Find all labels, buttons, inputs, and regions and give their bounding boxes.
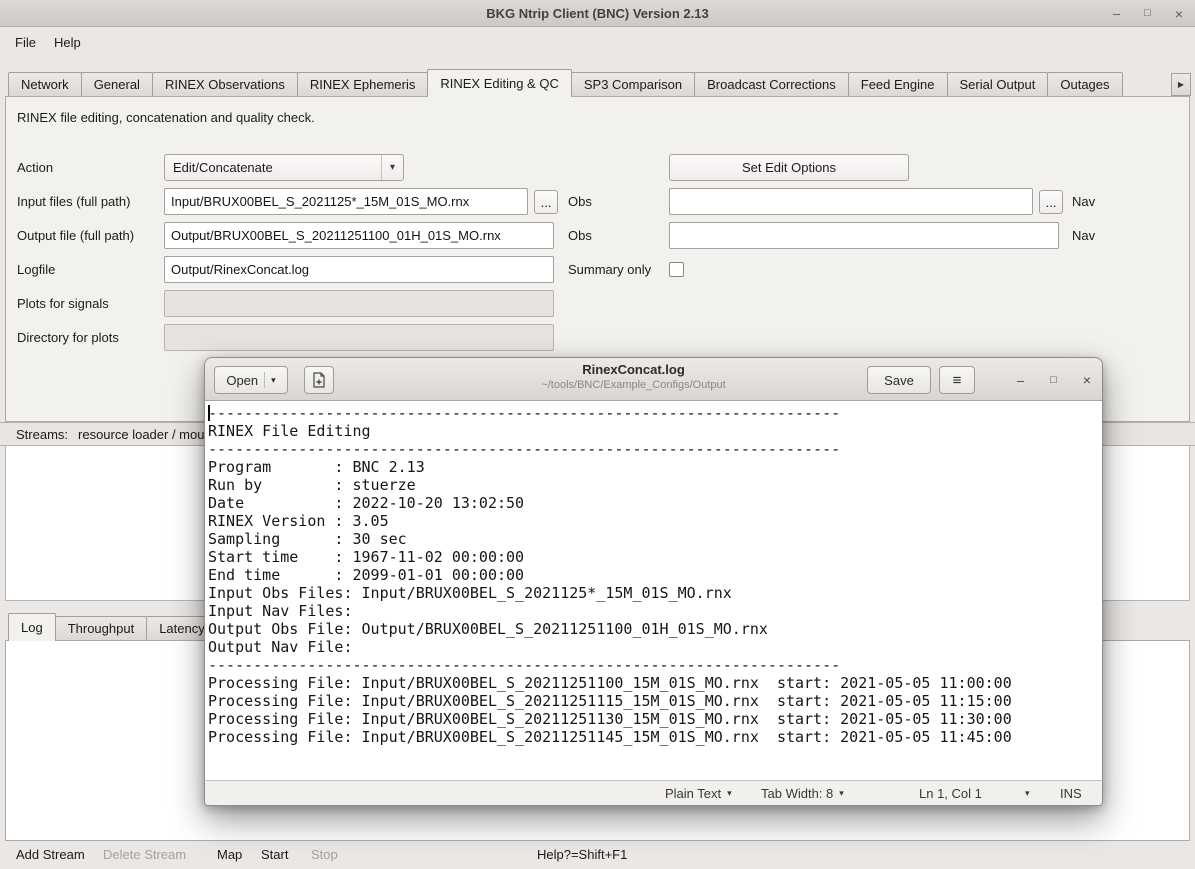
output-file-obs-field[interactable] [164, 222, 554, 249]
editor-statusbar: Plain Text ▾ Tab Width: 8 ▾ Ln 1, Col 1 … [204, 780, 1103, 806]
editor-text-area[interactable]: ----------------------------------------… [204, 401, 1103, 780]
editor-minimize-icon[interactable]: – [1017, 374, 1024, 387]
window-controls: – □ × [1113, 0, 1183, 27]
log-file-content: ----------------------------------------… [205, 401, 1102, 746]
text-cursor [208, 405, 210, 421]
input-files-nav-field[interactable] [669, 188, 1033, 215]
doc-type-label: Plain Text [665, 786, 721, 801]
tab-rinex-observations[interactable]: RINEX Observations [152, 72, 298, 96]
tab-throughput[interactable]: Throughput [55, 616, 148, 640]
hamburger-menu-icon: ≡ [953, 372, 962, 389]
tab-rinex-ephemeris[interactable]: RINEX Ephemeris [297, 72, 428, 96]
minimize-icon[interactable]: – [1113, 7, 1120, 20]
editor-document-path: ~/tools/BNC/Example_Configs/Output [345, 379, 922, 391]
menu-help[interactable]: Help [45, 31, 90, 54]
start-button[interactable]: Start [261, 841, 288, 869]
output-file-label: Output file (full path) [17, 222, 134, 249]
summary-only-label: Summary only [568, 256, 651, 283]
plots-signals-field [164, 290, 554, 317]
new-document-icon [311, 372, 327, 388]
tab-scroll-right-button[interactable]: ▶ [1171, 73, 1191, 96]
set-edit-options-button[interactable]: Set Edit Options [669, 154, 909, 181]
goto-line-dropdown[interactable]: ▾ [1025, 781, 1030, 805]
output-file-nav-field[interactable] [669, 222, 1059, 249]
summary-only-checkbox[interactable] [669, 262, 684, 277]
output-file-obs-caption: Obs [568, 222, 592, 249]
menubar: File Help [0, 28, 1195, 56]
editor-maximize-icon[interactable]: □ [1050, 375, 1057, 386]
save-button[interactable]: Save [867, 366, 931, 394]
cursor-position-label: Ln 1, Col 1 [919, 781, 982, 805]
help-hint-label: Help?=Shift+F1 [537, 841, 627, 869]
tab-width-dropdown-icon: ▾ [839, 788, 844, 799]
bnc-main-window: BKG Ntrip Client (BNC) Version 2.13 – □ … [0, 0, 1195, 869]
input-files-nav-caption: Nav [1072, 188, 1095, 215]
tab-log[interactable]: Log [8, 613, 56, 641]
chevron-down-icon: ▾ [381, 155, 403, 180]
menu-file[interactable]: File [6, 31, 45, 54]
titlebar[interactable]: BKG Ntrip Client (BNC) Version 2.13 – □ … [0, 0, 1195, 27]
input-files-nav-browse-button[interactable]: ... [1039, 190, 1063, 214]
bottom-toolbar: Add Stream Delete Stream Map Start Stop … [0, 841, 1195, 869]
open-button[interactable]: Open ▾ [214, 366, 288, 394]
action-label: Action [17, 154, 53, 181]
input-files-obs-browse-button[interactable]: ... [534, 190, 558, 214]
goto-line-dropdown-icon: ▾ [1025, 788, 1030, 799]
close-icon[interactable]: × [1175, 7, 1183, 21]
stop-button: Stop [311, 841, 338, 869]
tab-rinex-editing-qc[interactable]: RINEX Editing & QC [427, 69, 572, 97]
panel-description: RINEX file editing, concatenation and qu… [17, 110, 315, 125]
tab-width-label: Tab Width: 8 [761, 786, 833, 801]
add-stream-button[interactable]: Add Stream [16, 841, 85, 869]
input-files-obs-field[interactable] [164, 188, 528, 215]
window-title: BKG Ntrip Client (BNC) Version 2.13 [486, 6, 708, 21]
open-button-label: Open [226, 373, 258, 388]
tab-serial-output[interactable]: Serial Output [947, 72, 1049, 96]
output-file-nav-caption: Nav [1072, 222, 1095, 249]
open-dropdown-icon: ▾ [264, 372, 276, 388]
tab-feed-engine[interactable]: Feed Engine [848, 72, 948, 96]
map-button[interactable]: Map [217, 841, 242, 869]
logfile-label: Logfile [17, 256, 55, 283]
tab-outages[interactable]: Outages [1047, 72, 1122, 96]
scroll-right-icon: ▶ [1178, 80, 1184, 89]
plots-dir-field [164, 324, 554, 351]
tab-broadcast-corrections[interactable]: Broadcast Corrections [694, 72, 849, 96]
delete-stream-button: Delete Stream [103, 841, 186, 869]
action-combobox-value: Edit/Concatenate [173, 160, 273, 175]
editor-title-block: RinexConcat.log ~/tools/BNC/Example_Conf… [345, 362, 922, 391]
doc-type-dropdown[interactable]: Plain Text ▾ [665, 781, 732, 805]
insert-mode-indicator: INS [1060, 781, 1082, 805]
doc-type-dropdown-icon: ▾ [727, 788, 732, 799]
new-document-button[interactable] [304, 366, 334, 394]
editor-window-controls: – □ × [1017, 358, 1091, 402]
plots-signals-label: Plots for signals [17, 290, 109, 317]
tab-sp3-comparison[interactable]: SP3 Comparison [571, 72, 695, 96]
streams-label: Streams: [16, 427, 68, 442]
editor-document-title: RinexConcat.log [345, 362, 922, 377]
logfile-field[interactable] [164, 256, 554, 283]
tab-general[interactable]: General [81, 72, 153, 96]
maximize-icon[interactable]: □ [1144, 8, 1151, 19]
editor-close-icon[interactable]: × [1083, 373, 1091, 387]
action-combobox[interactable]: Edit/Concatenate ▾ [164, 154, 404, 181]
tab-bar: Network General RINEX Observations RINEX… [0, 69, 1195, 97]
editor-titlebar[interactable]: Open ▾ RinexConcat.log ~/tools/BNC/Examp… [204, 357, 1103, 401]
text-editor-window: Open ▾ RinexConcat.log ~/tools/BNC/Examp… [204, 357, 1103, 806]
input-files-obs-caption: Obs [568, 188, 592, 215]
editor-menu-button[interactable]: ≡ [939, 366, 975, 394]
tab-network[interactable]: Network [8, 72, 82, 96]
tab-width-dropdown[interactable]: Tab Width: 8 ▾ [761, 781, 844, 805]
input-files-label: Input files (full path) [17, 188, 130, 215]
plots-dir-label: Directory for plots [17, 324, 119, 351]
